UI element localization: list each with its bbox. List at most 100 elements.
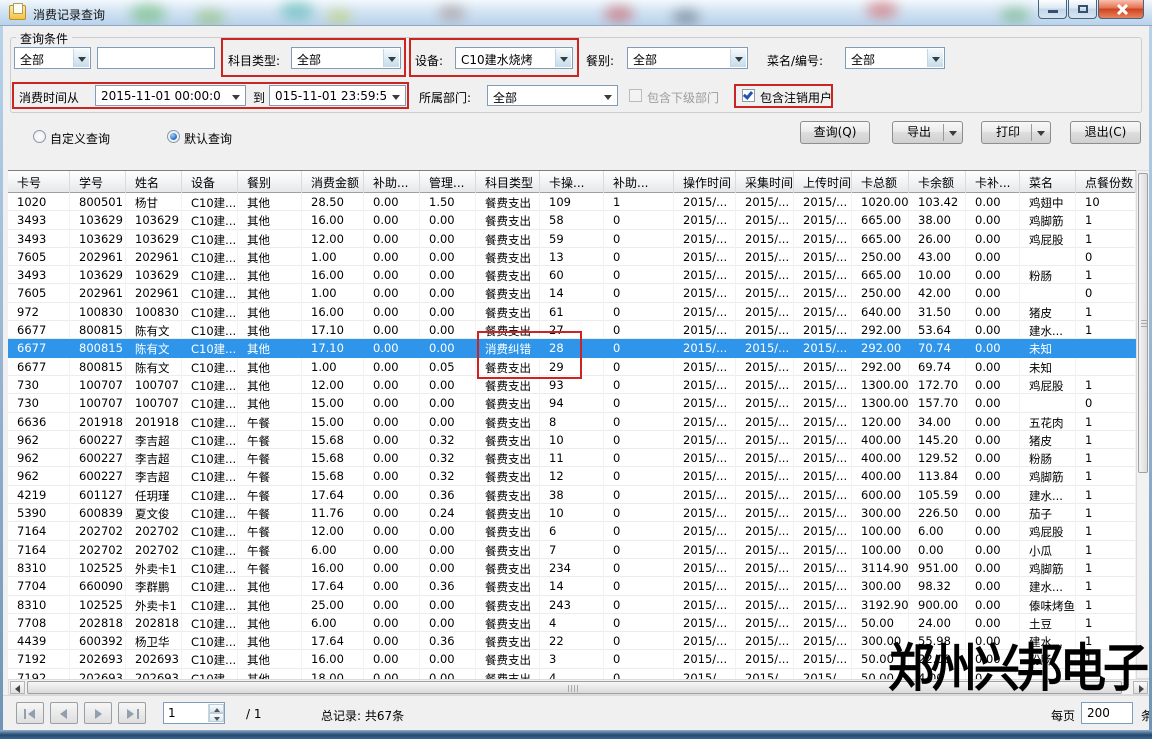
table-cell: 其他 xyxy=(238,266,302,284)
table-row[interactable]: 3493103629103629C10建...其他16.000.000.00餐费… xyxy=(8,266,1136,284)
column-header[interactable]: 科目类型 xyxy=(476,171,540,193)
table-row[interactable]: 730100707100707C10建...其他15.000.000.00餐费支… xyxy=(8,394,1136,412)
print-button[interactable]: 打印 xyxy=(981,121,1051,144)
table-cell: 0.00 xyxy=(420,376,476,394)
column-header[interactable]: 管理... xyxy=(420,171,476,193)
card-no-input[interactable] xyxy=(97,47,215,69)
table-cell: C10建... xyxy=(182,193,238,211)
time-from-dropdown-button[interactable] xyxy=(228,87,244,104)
table-row[interactable]: 730100707100707C10建...其他12.000.000.00餐费支… xyxy=(8,376,1136,394)
spinner-down-button[interactable] xyxy=(209,713,224,722)
column-header[interactable]: 补助... xyxy=(604,171,674,193)
table-row[interactable]: 3493103629103629C10建...其他12.000.000.00餐费… xyxy=(8,230,1136,248)
column-header[interactable]: 菜名 xyxy=(1020,171,1076,193)
column-header[interactable]: 卡号 xyxy=(8,171,70,193)
table-cell: 665.00 xyxy=(852,211,909,229)
table-cell: 粉肠 xyxy=(1020,266,1076,284)
card-type-combo[interactable]: 全部 xyxy=(14,47,91,69)
dish-name-dropdown-button[interactable] xyxy=(927,49,943,67)
spinner-up-button[interactable] xyxy=(209,704,224,713)
time-from-combo[interactable]: 2015-11-01 00:00:0 xyxy=(95,85,246,106)
device-combo[interactable]: C10建水烧烤 xyxy=(455,47,573,69)
table-cell: 28.50 xyxy=(302,193,364,211)
table-cell: C10建... xyxy=(182,230,238,248)
table-cell xyxy=(1020,394,1076,412)
table-cell: 59 xyxy=(540,230,604,248)
table-row[interactable]: 5390600839夏文俊C10建...午餐11.760.000.24餐费支出1… xyxy=(8,504,1136,522)
page-number-spinner[interactable]: 1 xyxy=(163,702,225,724)
table-row[interactable]: 7605202961202961C10建...其他1.000.000.00餐费支… xyxy=(8,284,1136,302)
table-cell: 餐费支出 xyxy=(476,248,540,266)
column-header[interactable]: 采集时间 xyxy=(736,171,794,193)
dish-name-combo[interactable]: 全部 xyxy=(845,47,945,69)
chevron-down-icon[interactable] xyxy=(949,131,957,136)
department-combo[interactable]: 全部 xyxy=(487,85,618,106)
time-to-dropdown-button[interactable] xyxy=(388,87,404,104)
column-header[interactable]: 消费金额 xyxy=(302,171,364,193)
time-to-combo[interactable]: 015-11-01 23:59:59 xyxy=(269,85,406,106)
prev-page-button[interactable] xyxy=(50,702,78,724)
include-sub-dept-checkbox[interactable] xyxy=(629,89,642,102)
column-header[interactable]: 补助... xyxy=(364,171,420,193)
close-button[interactable] xyxy=(1098,0,1144,19)
table-cell: 2015/... xyxy=(794,193,852,211)
chevron-down-icon[interactable] xyxy=(1037,131,1045,136)
export-button[interactable]: 导出 xyxy=(892,121,963,144)
column-header[interactable]: 上传时间 xyxy=(794,171,852,193)
last-page-button[interactable] xyxy=(118,702,146,724)
exit-button[interactable]: 退出(C) xyxy=(1070,121,1141,144)
scroll-left-button[interactable] xyxy=(10,681,25,694)
table-row[interactable]: 7605202961202961C10建...其他1.000.000.00餐费支… xyxy=(8,248,1136,266)
last-page-icon xyxy=(137,709,139,719)
table-row-selected[interactable]: 6677800815陈有文C10建...其他17.100.000.00消费纠错2… xyxy=(8,339,1136,357)
column-header[interactable]: 卡余额 xyxy=(909,171,966,193)
subject-type-value: 全部 xyxy=(297,51,382,68)
next-page-button[interactable] xyxy=(84,702,112,724)
table-row[interactable]: 8310102525外卖卡1C10建...其他25.000.000.00餐费支出… xyxy=(8,596,1136,614)
table-row[interactable]: 962600227李吉超C10建...午餐15.680.000.32餐费支出12… xyxy=(8,467,1136,485)
table-row[interactable]: 4219601127任玥瑾C10建...午餐17.640.000.36餐费支出3… xyxy=(8,486,1136,504)
per-page-input[interactable]: 200 xyxy=(1081,702,1133,724)
vertical-scrollbar[interactable] xyxy=(1136,170,1150,679)
card-type-dropdown-button[interactable] xyxy=(73,49,89,67)
include-cancelled-checkbox[interactable] xyxy=(742,89,755,102)
subject-type-combo[interactable]: 全部 xyxy=(291,47,401,69)
vertical-scrollbar-thumb[interactable] xyxy=(1138,173,1148,473)
column-header[interactable]: 点餐份数 xyxy=(1076,171,1136,193)
table-row[interactable]: 7164202702202702C10建...午餐6.000.000.00餐费支… xyxy=(8,541,1136,559)
table-row[interactable]: 7704660090李群鹏C10建...其他17.640.000.36餐费支出1… xyxy=(8,577,1136,595)
column-header[interactable]: 设备 xyxy=(182,171,238,193)
table-row[interactable]: 3493103629103629C10建...其他16.000.000.00餐费… xyxy=(8,211,1136,229)
table-row[interactable]: 972100830100830C10建...其他16.000.000.00餐费支… xyxy=(8,303,1136,321)
query-button[interactable]: 查询(Q) xyxy=(800,121,870,144)
column-header[interactable]: 餐别 xyxy=(238,171,302,193)
meal-dropdown-button[interactable] xyxy=(730,49,746,67)
column-header[interactable]: 卡总额 xyxy=(852,171,909,193)
default-query-radio[interactable] xyxy=(167,130,180,143)
table-row[interactable]: 962600227李吉超C10建...午餐15.680.000.32餐费支出11… xyxy=(8,449,1136,467)
table-cell: 其他 xyxy=(238,193,302,211)
table-cell: 鸡屁股 xyxy=(1020,376,1076,394)
table-row[interactable]: 6677800815陈有文C10建...其他17.100.000.00餐费支出2… xyxy=(8,321,1136,339)
table-row[interactable]: 7164202702202702C10建...午餐12.000.000.00餐费… xyxy=(8,522,1136,540)
department-dropdown-button[interactable] xyxy=(600,87,616,104)
table-row[interactable]: 962600227李吉超C10建...午餐15.680.000.32餐费支出10… xyxy=(8,431,1136,449)
meal-combo[interactable]: 全部 xyxy=(627,47,748,69)
column-header[interactable]: 卡操... xyxy=(540,171,604,193)
table-row[interactable]: 8310102525外卖卡1C10建...午餐16.000.000.00餐费支出… xyxy=(8,559,1136,577)
first-page-button[interactable] xyxy=(16,702,44,724)
maximize-button[interactable] xyxy=(1068,0,1097,19)
subject-type-dropdown-button[interactable] xyxy=(383,49,399,67)
column-header[interactable]: 姓名 xyxy=(126,171,182,193)
table-row[interactable]: 7708202818202818C10建...其他6.000.000.00餐费支… xyxy=(8,614,1136,632)
table-row[interactable]: 6636201918201918C10建...午餐15.000.000.00餐费… xyxy=(8,413,1136,431)
table-row[interactable]: 1020800501杨甘C10建...其他28.500.001.50餐费支出10… xyxy=(8,193,1136,211)
column-header[interactable]: 操作时间 xyxy=(674,171,736,193)
device-dropdown-button[interactable] xyxy=(555,49,571,67)
table-cell: 3 xyxy=(540,650,604,668)
column-header[interactable]: 学号 xyxy=(70,171,126,193)
table-row[interactable]: 6677800815陈有文C10建...其他1.000.000.05餐费支出29… xyxy=(8,358,1136,376)
custom-query-radio[interactable] xyxy=(33,130,46,143)
minimize-button[interactable] xyxy=(1038,0,1067,19)
column-header[interactable]: 卡补... xyxy=(966,171,1020,193)
